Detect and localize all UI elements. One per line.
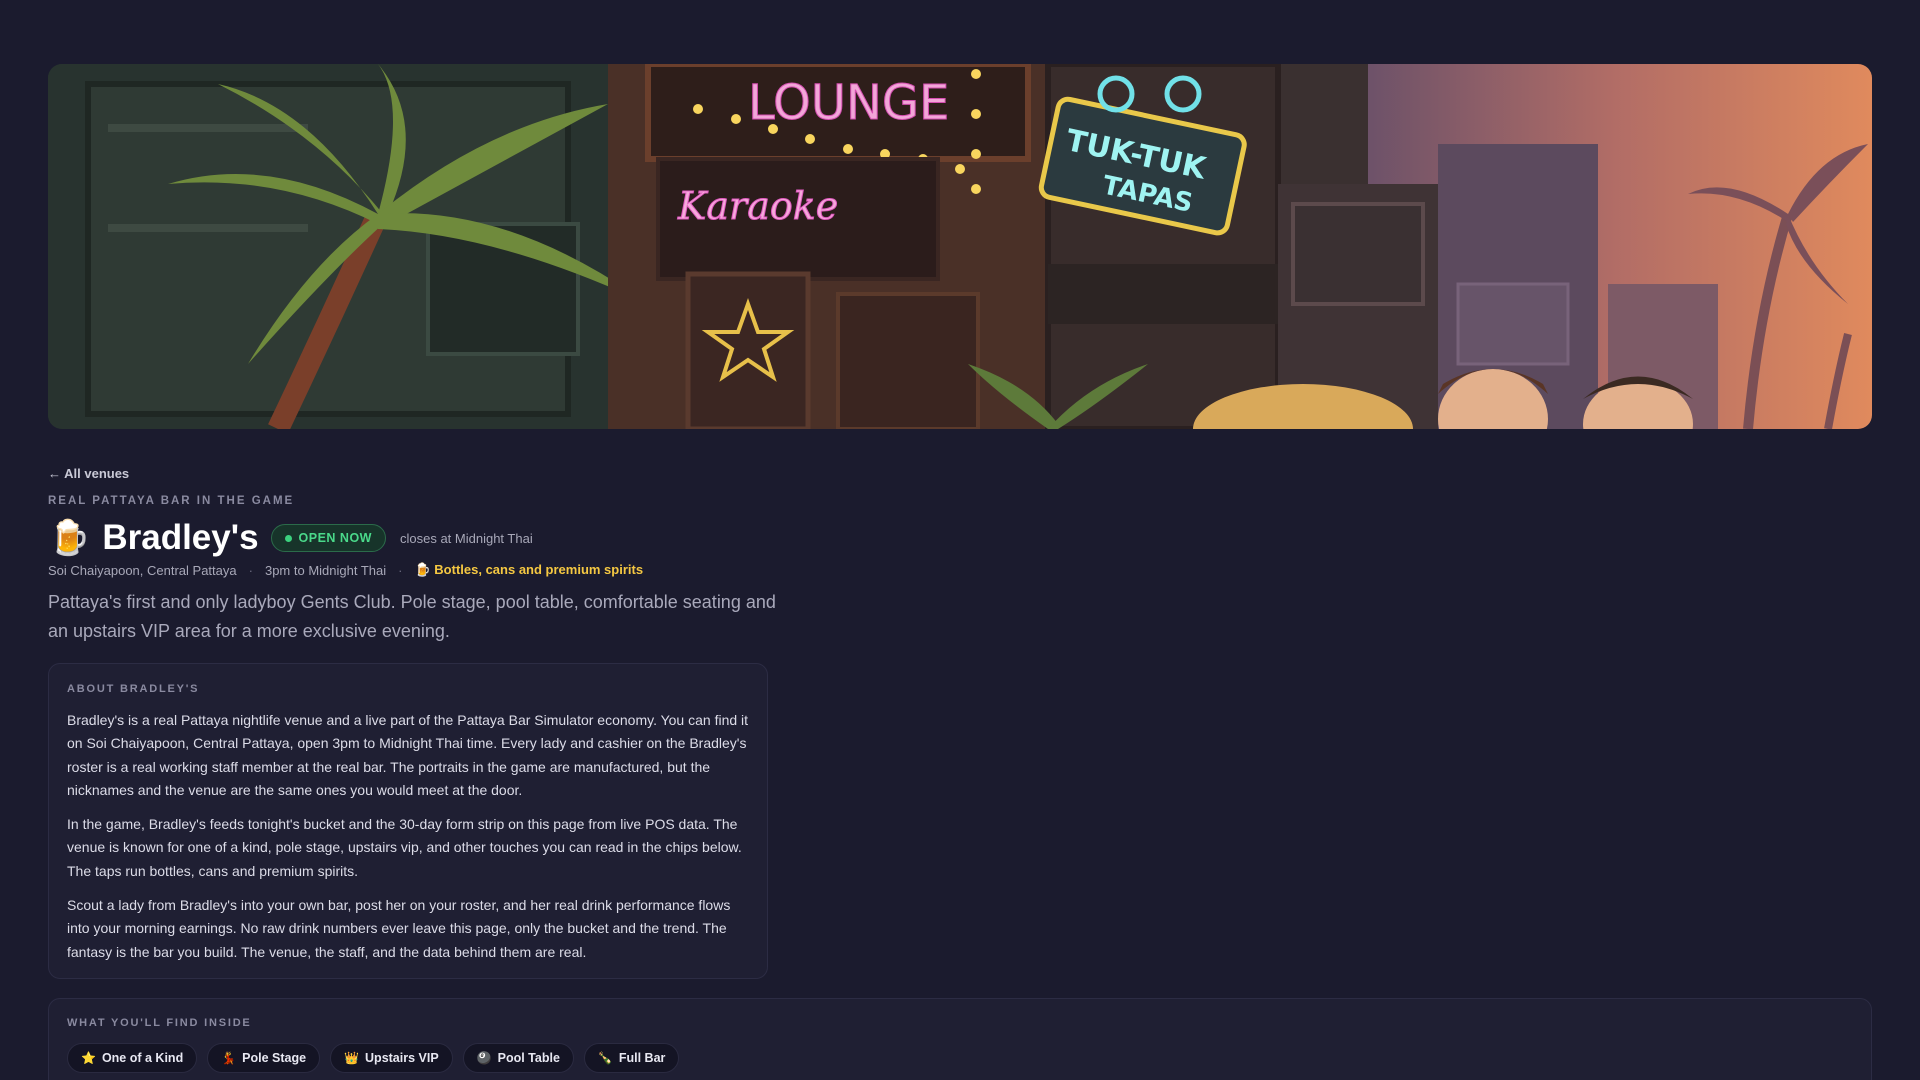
venue-drinks: 🍺 Bottles, cans and premium spirits <box>414 562 643 578</box>
feature-chip-label: Pole Stage <box>242 1051 307 1065</box>
venue-location: Soi Chaiyapoon, Central Pattaya <box>48 562 237 578</box>
pool-ball-icon: 🎱 <box>476 1051 492 1065</box>
venue-drinks-label: Bottles, cans and premium spirits <box>434 562 644 577</box>
feature-chip-label: Pool Table <box>497 1051 560 1065</box>
about-paragraph: Bradley's is a real Pattaya nightlife ve… <box>67 712 749 798</box>
features-heading: WHAT YOU'LL FIND INSIDE <box>67 1017 252 1029</box>
venue-meta-row: Soi Chaiyapoon, Central Pattaya · 3pm to… <box>48 561 643 579</box>
beer-icon: 🍺 <box>48 519 91 557</box>
meta-separator: · <box>248 562 253 578</box>
meta-separator: · <box>398 562 403 578</box>
about-paragraph: Scout a lady from Bradley's into your ow… <box>67 897 731 960</box>
status-dot-icon <box>284 534 292 542</box>
venue-eyebrow: REAL PATTAYA BAR IN THE GAME <box>48 495 295 507</box>
venue-intro: Pattaya's first and only ladyboy Gents C… <box>48 592 776 641</box>
about-paragraph: In the game, Bradley's feeds tonight's b… <box>67 816 742 879</box>
svg-text:LOUNGE: LOUNGE <box>748 75 949 131</box>
features-card: WHAT YOU'LL FIND INSIDE ⭐ One of a Kind … <box>48 998 1872 1080</box>
beer-icon: 🍺 <box>414 562 431 577</box>
about-card: ABOUT BRADLEY'S Bradley's is a real Patt… <box>48 663 768 979</box>
closing-time: closes at Midnight Thai <box>399 530 533 546</box>
star-icon: ⭐ <box>81 1051 96 1065</box>
feature-chip-upstairs-vip[interactable]: 👑 Upstairs VIP <box>330 1043 453 1073</box>
hero-illustration: LOUNGE Karaoke TUK-TUK TAPAS <box>48 64 1868 429</box>
svg-text:Karaoke: Karaoke <box>677 184 838 228</box>
feature-chip-label: Full Bar <box>618 1051 666 1065</box>
crown-icon: 👑 <box>344 1051 360 1065</box>
feature-chip-pole-stage[interactable]: 💃 Pole Stage <box>207 1043 321 1073</box>
back-to-all-venues-link[interactable]: ← All venues <box>48 466 129 481</box>
dancer-icon: 💃 <box>221 1051 237 1065</box>
feature-chip-pool-table[interactable]: 🎱 Pool Table <box>462 1043 574 1073</box>
bottle-icon: 🍾 <box>597 1051 613 1065</box>
about-heading: ABOUT BRADLEY'S <box>67 683 200 695</box>
feature-chip-one-of-a-kind[interactable]: ⭐ One of a Kind <box>67 1043 198 1073</box>
feature-chip-label: Upstairs VIP <box>365 1051 439 1065</box>
feature-chips: ⭐ One of a Kind 💃 Pole Stage 👑 Upstairs … <box>67 1043 1853 1073</box>
feature-chip-full-bar[interactable]: 🍾 Full Bar <box>583 1043 680 1073</box>
feature-chip-label: One of a Kind <box>101 1051 184 1065</box>
venue-title: Bradley's <box>102 518 259 557</box>
venue-title-row: 🍺 Bradley's OPEN NOW closes at Midnight … <box>48 516 533 560</box>
open-status-badge: OPEN NOW <box>270 524 386 552</box>
open-status-label: OPEN NOW <box>298 531 372 545</box>
venue-hours: 3pm to Midnight Thai <box>264 562 387 578</box>
hero-banner: LOUNGE Karaoke TUK-TUK TAPAS <box>48 64 1872 429</box>
